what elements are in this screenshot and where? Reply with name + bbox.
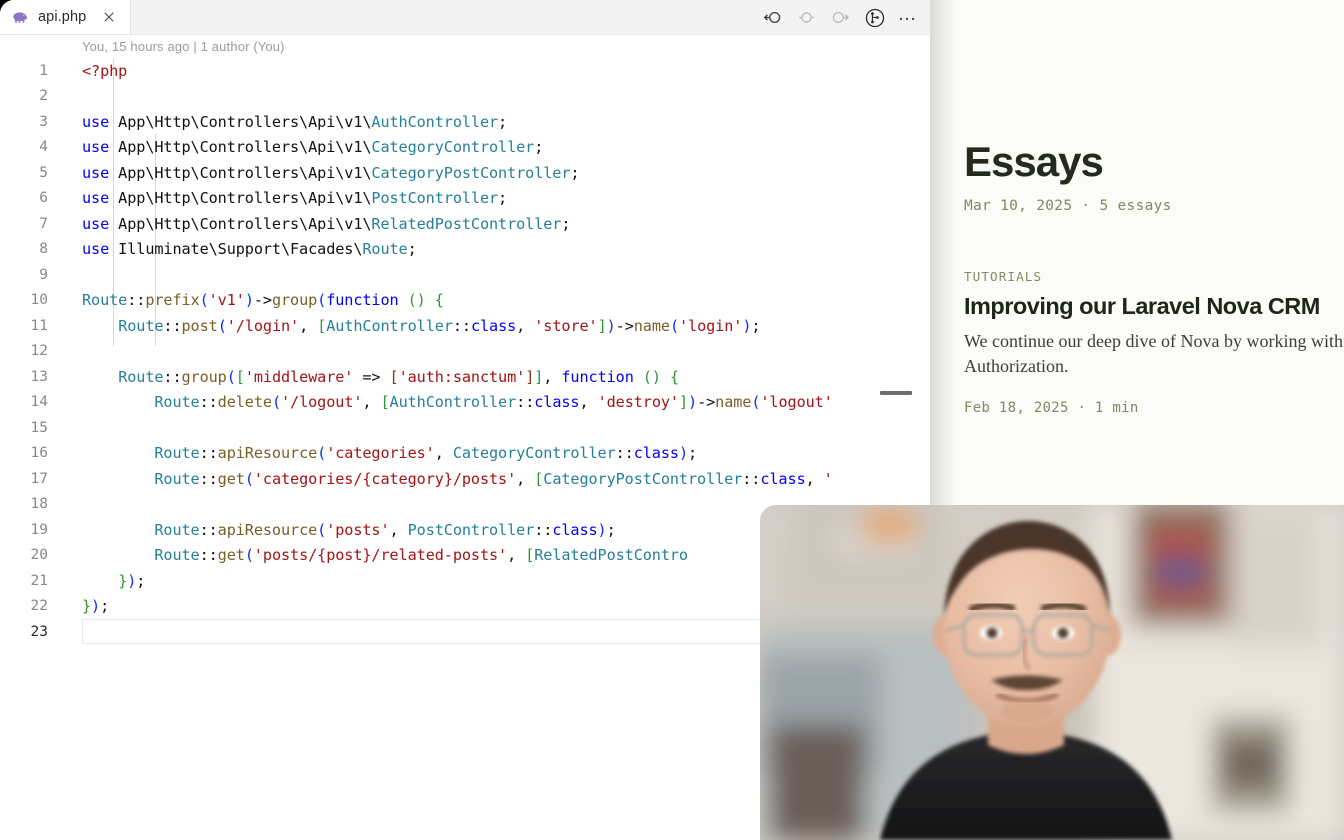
- code-line-row[interactable]: 10 Route::prefix('v1')->group(function (…: [0, 288, 932, 314]
- code-line-row[interactable]: 7 use App\Http\Controllers\Api\v1\Relate…: [0, 211, 932, 237]
- page-meta: Mar 10, 2025 · 5 essays: [964, 197, 1172, 214]
- line-number: 13: [30, 368, 48, 385]
- more-actions-icon[interactable]: …: [898, 5, 919, 26]
- line-number: 4: [39, 139, 48, 156]
- editor-action-bar: …: [762, 0, 923, 35]
- line-number: 10: [30, 292, 48, 309]
- line-number: 1: [39, 62, 48, 79]
- editor-tab-bar: api.php …: [0, 0, 932, 35]
- webcam-overlay[interactable]: [760, 505, 1344, 840]
- line-content: Route::get('categories/{category}/posts'…: [154, 469, 833, 488]
- navigate-forward-icon[interactable]: [830, 7, 852, 29]
- code-line-row[interactable]: 12: [0, 339, 932, 365]
- site-content: Essays Mar 10, 2025 · 5 essays TUTORIALS…: [930, 0, 1344, 416]
- line-number: 5: [39, 164, 48, 181]
- code-line-row[interactable]: 6 use App\Http\Controllers\Api\v1\PostCo…: [0, 186, 932, 212]
- line-content: use Illuminate\Support\Facades\Route;: [82, 240, 417, 259]
- line-content: use App\Http\Controllers\Api\v1\RelatedP…: [82, 214, 571, 233]
- editor-tab-api-php[interactable]: api.php: [0, 0, 132, 34]
- code-line-row[interactable]: 8 use Illuminate\Support\Facades\Route;: [0, 237, 932, 263]
- code-line-row[interactable]: 14 Route::delete('/logout', [AuthControl…: [0, 390, 932, 416]
- line-number: 3: [39, 113, 48, 130]
- split-editor-left-icon[interactable]: [762, 7, 784, 29]
- line-number: 15: [30, 419, 48, 436]
- post-category-label: TUTORIALS: [964, 268, 1043, 284]
- code-line-row[interactable]: 4 use App\Http\Controllers\Api\v1\Catego…: [0, 135, 932, 161]
- source-control-graph-icon[interactable]: [864, 7, 886, 29]
- line-number: 6: [39, 190, 48, 207]
- line-content: use App\Http\Controllers\Api\v1\PostCont…: [82, 189, 508, 208]
- close-icon[interactable]: [99, 7, 119, 27]
- line-number: 21: [30, 572, 48, 589]
- webcam-video-frame: [760, 505, 1344, 840]
- post-list-item[interactable]: TUTORIALS Improving our Laravel Nova CRM…: [964, 269, 1344, 416]
- line-number: 11: [30, 317, 48, 334]
- post-title[interactable]: Improving our Laravel Nova CRM: [964, 293, 1344, 320]
- line-number: 17: [30, 470, 48, 487]
- code-line-row[interactable]: 17 Route::get('categories/{category}/pos…: [0, 466, 932, 492]
- line-content: <?php: [82, 61, 128, 80]
- line-number: 22: [30, 598, 48, 615]
- navigate-back-icon[interactable]: [796, 7, 818, 29]
- line-content: use App\Http\Controllers\Api\v1\Category…: [82, 138, 544, 157]
- code-line-row[interactable]: 2: [0, 84, 932, 110]
- line-content: use App\Http\Controllers\Api\v1\Category…: [82, 163, 580, 182]
- line-number: 20: [30, 547, 48, 564]
- post-date: Feb 18, 2025 · 1 min: [964, 399, 1139, 416]
- line-content: Route::apiResource('categories', Categor…: [154, 444, 698, 463]
- line-number: 2: [39, 88, 48, 105]
- line-number: 7: [39, 215, 48, 232]
- code-line-row[interactable]: 15: [0, 415, 932, 441]
- line-number: 16: [30, 445, 48, 462]
- git-blame-annotation: You, 15 hours ago | 1 author (You): [82, 39, 285, 54]
- line-number: 8: [39, 241, 48, 258]
- code-line-row[interactable]: 13 Route::group(['middleware' => ['auth:…: [0, 364, 932, 390]
- code-line-row[interactable]: 16 Route::apiResource('categories', Cate…: [0, 441, 932, 467]
- line-content: Route::post('/login', [AuthController::c…: [118, 316, 761, 335]
- line-content: Route::delete('/logout', [AuthController…: [154, 393, 833, 412]
- line-content: Route::prefix('v1')->group(function () {: [82, 291, 444, 310]
- code-line-row[interactable]: 1 <?php: [0, 58, 932, 84]
- line-content: use App\Http\Controllers\Api\v1\AuthCont…: [82, 112, 508, 131]
- line-content: Route::group(['middleware' => ['auth:san…: [118, 367, 679, 386]
- code-line-row[interactable]: 9: [0, 262, 932, 288]
- line-number: 14: [30, 394, 48, 411]
- line-number: 19: [30, 521, 48, 538]
- line-number: 9: [39, 266, 48, 283]
- php-elephant-icon: [12, 9, 29, 26]
- code-line-row[interactable]: 3 use App\Http\Controllers\Api\v1\AuthCo…: [0, 109, 932, 135]
- line-number: 18: [30, 496, 48, 513]
- line-number: 12: [30, 343, 48, 360]
- screen-root: api.php … You, 15 hours ago | 1 author (…: [0, 0, 1344, 840]
- line-number: 23: [30, 623, 48, 640]
- code-line-row[interactable]: 5 use App\Http\Controllers\Api\v1\Catego…: [0, 160, 932, 186]
- code-line-row[interactable]: 11 Route::post('/login', [AuthController…: [0, 313, 932, 339]
- page-title: Essays: [964, 138, 1104, 185]
- post-description: We continue our deep dive of Nova by wor…: [964, 330, 1344, 377]
- editor-tab-label: api.php: [38, 9, 87, 25]
